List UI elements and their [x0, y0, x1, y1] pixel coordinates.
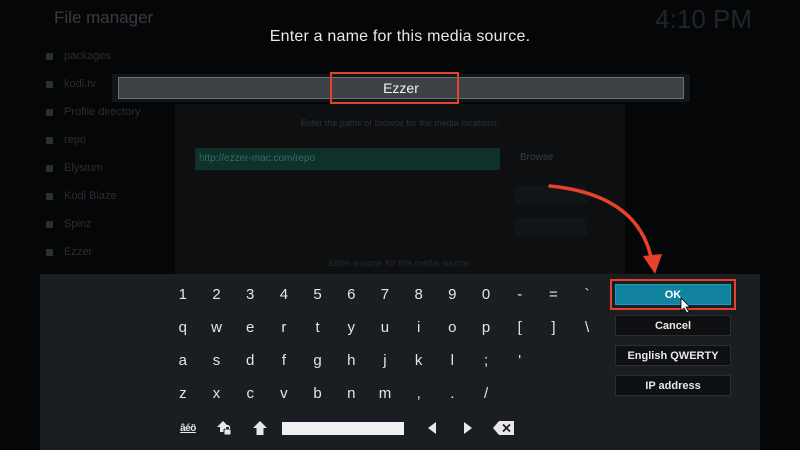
key[interactable]: z [166, 379, 200, 407]
source-path-field: http://ezzer-mac.com/repo [195, 148, 500, 170]
dialog-footer-hint: Enter a name for this media source. [328, 258, 472, 268]
ok-button[interactable]: OK [615, 284, 731, 305]
list-item: packages [46, 42, 156, 70]
key[interactable]: 2 [200, 280, 234, 308]
list-item: Profile directory [46, 98, 156, 126]
key[interactable]: . [436, 379, 470, 407]
key[interactable]: 6 [334, 280, 368, 308]
key[interactable]: 5 [301, 280, 335, 308]
dialog-hint: Enter the paths or browse for the media … [300, 118, 500, 128]
folder-icon [46, 136, 53, 144]
arrow-right-icon[interactable] [450, 414, 486, 442]
key[interactable]: u [368, 313, 402, 341]
key[interactable]: ] [537, 313, 571, 341]
keyboard-prompt: Enter a name for this media source. [269, 28, 531, 45]
key[interactable]: 1 [166, 280, 200, 308]
key[interactable]: g [301, 346, 335, 374]
key[interactable]: d [233, 346, 267, 374]
key[interactable]: 7 [368, 280, 402, 308]
key[interactable]: a [166, 346, 200, 374]
key[interactable]: h [334, 346, 368, 374]
symbols-key-label: âéö [180, 422, 196, 434]
keyboard-row-bottom: z x c v b n m , . / [166, 379, 503, 407]
list-item: Elysium [46, 154, 156, 182]
key[interactable]: v [267, 379, 301, 407]
folder-icon [46, 80, 53, 88]
key[interactable]: o [436, 313, 470, 341]
space-bar[interactable] [282, 421, 404, 435]
folder-icon [46, 220, 53, 228]
key[interactable]: t [301, 313, 335, 341]
keyboard-row-qwerty: q w e r t y u i o p [ ] \ [166, 313, 604, 341]
folder-icon [46, 52, 53, 60]
key[interactable]: e [233, 313, 267, 341]
ok-button-label: OK [664, 288, 682, 301]
key[interactable]: ` [570, 280, 604, 308]
ip-address-button[interactable]: IP address [615, 375, 731, 396]
dialog-button-remove [515, 218, 587, 236]
key[interactable]: c [233, 379, 267, 407]
keyboard-layout-button[interactable]: English QWERTY [615, 345, 731, 366]
folder-icon [46, 108, 53, 116]
key[interactable]: / [469, 379, 503, 407]
key[interactable]: w [200, 313, 234, 341]
backspace-icon[interactable] [486, 414, 522, 442]
folder-icon [46, 248, 53, 256]
key[interactable]: l [436, 346, 470, 374]
key[interactable]: 4 [267, 280, 301, 308]
key[interactable]: ' [503, 346, 537, 374]
dialog-button-add [515, 186, 587, 204]
list-item: Spinz [46, 210, 156, 238]
key[interactable]: - [503, 280, 537, 308]
background-add-source-dialog: Enter the paths or browse for the media … [175, 104, 625, 276]
symbols-key[interactable]: âéö [170, 414, 206, 442]
on-screen-keyboard: 1 2 3 4 5 6 7 8 9 0 - = ` q w e r t y u … [40, 274, 760, 450]
list-item: Kodi Blaze [46, 182, 156, 210]
key[interactable]: j [368, 346, 402, 374]
source-name-input[interactable]: Ezzer [118, 77, 684, 99]
text-input-bar[interactable]: Ezzer [112, 74, 690, 102]
list-item: repo [46, 126, 156, 154]
keyboard-row-numbers: 1 2 3 4 5 6 7 8 9 0 - = ` [166, 280, 604, 308]
browse-button: Browse [520, 152, 554, 163]
key[interactable]: 9 [436, 280, 470, 308]
key[interactable]: 0 [469, 280, 503, 308]
folder-icon [46, 192, 53, 200]
arrow-left-icon[interactable] [414, 414, 450, 442]
background-window-title: File manager [54, 8, 154, 27]
keyboard-row-home: a s d f g h j k l ; ' [166, 346, 537, 374]
key[interactable]: 8 [402, 280, 436, 308]
keyboard-row-special: âéö [170, 414, 522, 442]
key[interactable]: 3 [233, 280, 267, 308]
key[interactable]: p [469, 313, 503, 341]
key[interactable]: = [537, 280, 571, 308]
key[interactable]: , [402, 379, 436, 407]
list-item: Ezzer [46, 238, 156, 266]
key[interactable]: x [200, 379, 234, 407]
cancel-button[interactable]: Cancel [615, 315, 731, 336]
ip-address-label: IP address [645, 379, 701, 392]
key[interactable]: ; [469, 346, 503, 374]
key[interactable]: f [267, 346, 301, 374]
key[interactable]: r [267, 313, 301, 341]
key[interactable]: i [402, 313, 436, 341]
key[interactable]: y [334, 313, 368, 341]
cancel-button-label: Cancel [654, 319, 692, 332]
key[interactable]: \ [570, 313, 604, 341]
caps-lock-icon[interactable] [206, 414, 242, 442]
shift-arrow-icon[interactable] [242, 414, 278, 442]
key[interactable]: [ [503, 313, 537, 341]
keyboard-layout-label: English QWERTY [627, 349, 719, 362]
folder-icon [46, 164, 53, 172]
key[interactable]: k [402, 346, 436, 374]
key[interactable]: n [334, 379, 368, 407]
key[interactable]: q [166, 313, 200, 341]
key[interactable]: b [301, 379, 335, 407]
key[interactable]: s [200, 346, 234, 374]
key[interactable]: m [368, 379, 402, 407]
